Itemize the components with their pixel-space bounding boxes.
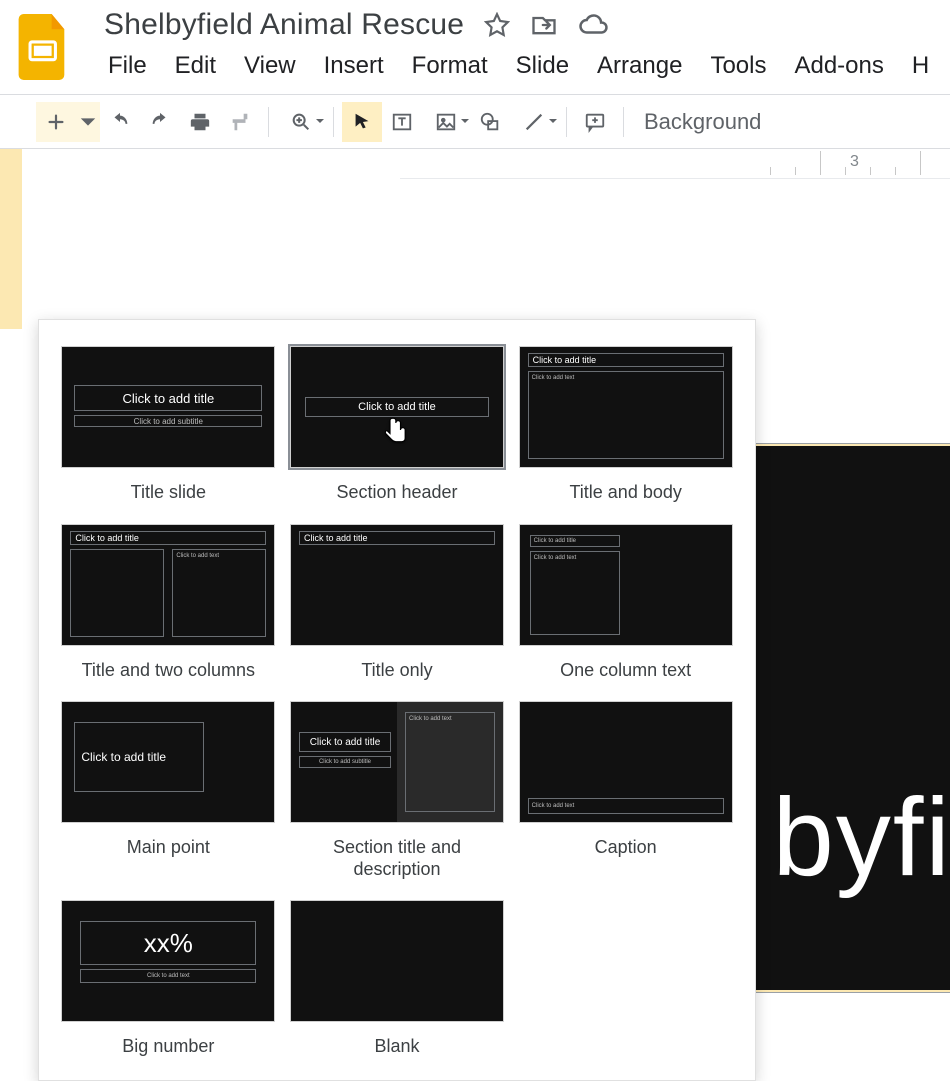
layout-title-slide[interactable]: Click to add title Click to add subtitle… [61, 346, 276, 504]
layout-blank[interactable]: Blank [290, 900, 505, 1058]
menu-slide[interactable]: Slide [516, 52, 569, 80]
toolbar: Background [0, 95, 950, 149]
menu-edit[interactable]: Edit [175, 52, 216, 80]
layout-title-only[interactable]: Click to add title Title only [290, 524, 505, 682]
select-tool[interactable] [342, 102, 382, 142]
toolbar-separator [623, 107, 624, 137]
layout-two-columns[interactable]: Click to add title Click to add text Tit… [61, 524, 276, 682]
image-tool[interactable] [422, 102, 470, 142]
slides-logo [18, 14, 70, 80]
toolbar-separator [566, 107, 567, 137]
layout-big-number[interactable]: xx% Click to add text Big number [61, 900, 276, 1058]
move-icon[interactable] [530, 11, 558, 39]
menubar: File Edit View Insert Format Slide Arran… [104, 52, 950, 80]
new-slide-dropdown[interactable] [76, 102, 100, 142]
canvas-title-fragment: byfie [773, 774, 950, 901]
menu-view[interactable]: View [244, 52, 296, 80]
line-tool[interactable] [510, 102, 558, 142]
ruler-tick-number: 3 [850, 153, 859, 171]
layout-caption[interactable]: Click to add text Caption [518, 701, 733, 880]
print-button[interactable] [180, 102, 220, 142]
menu-tools[interactable]: Tools [710, 52, 766, 80]
layout-picker: Click to add title Click to add subtitle… [38, 319, 756, 1081]
textbox-tool[interactable] [382, 102, 422, 142]
layout-section-title-desc[interactable]: Click to add title Click to add subtitle… [290, 701, 505, 880]
toolbar-separator [268, 107, 269, 137]
background-button[interactable]: Background [644, 109, 761, 135]
doc-title[interactable]: Shelbyfield Animal Rescue [104, 8, 464, 42]
filmstrip-highlight [0, 149, 22, 329]
layout-title-body[interactable]: Click to add title Click to add text Tit… [518, 346, 733, 504]
new-slide-button[interactable] [36, 102, 76, 142]
cloud-icon[interactable] [578, 10, 608, 40]
header: Shelbyfield Animal Rescue File Edit View… [0, 0, 950, 80]
ruler: 3 [400, 149, 950, 179]
layout-section-header[interactable]: Click to add title Section header [290, 346, 505, 504]
shape-tool[interactable] [470, 102, 510, 142]
layout-one-column[interactable]: Click to add title Click to add text One… [518, 524, 733, 682]
menu-arrange[interactable]: Arrange [597, 52, 682, 80]
comment-button[interactable] [575, 102, 615, 142]
pointer-cursor-icon [383, 415, 411, 445]
menu-help[interactable]: H [912, 52, 929, 80]
redo-button[interactable] [140, 102, 180, 142]
menu-insert[interactable]: Insert [324, 52, 384, 80]
menu-format[interactable]: Format [412, 52, 488, 80]
star-icon[interactable] [484, 12, 510, 38]
undo-button[interactable] [100, 102, 140, 142]
workspace: 3 byfie 5 Click to add title Click to ad… [0, 149, 950, 989]
menu-addons[interactable]: Add-ons [794, 52, 883, 80]
layout-main-point[interactable]: Click to add title Main point [61, 701, 276, 880]
menu-file[interactable]: File [108, 52, 147, 80]
toolbar-separator [333, 107, 334, 137]
paint-format-button[interactable] [220, 102, 260, 142]
filmstrip-gutter [0, 149, 36, 989]
zoom-button[interactable] [277, 102, 325, 142]
